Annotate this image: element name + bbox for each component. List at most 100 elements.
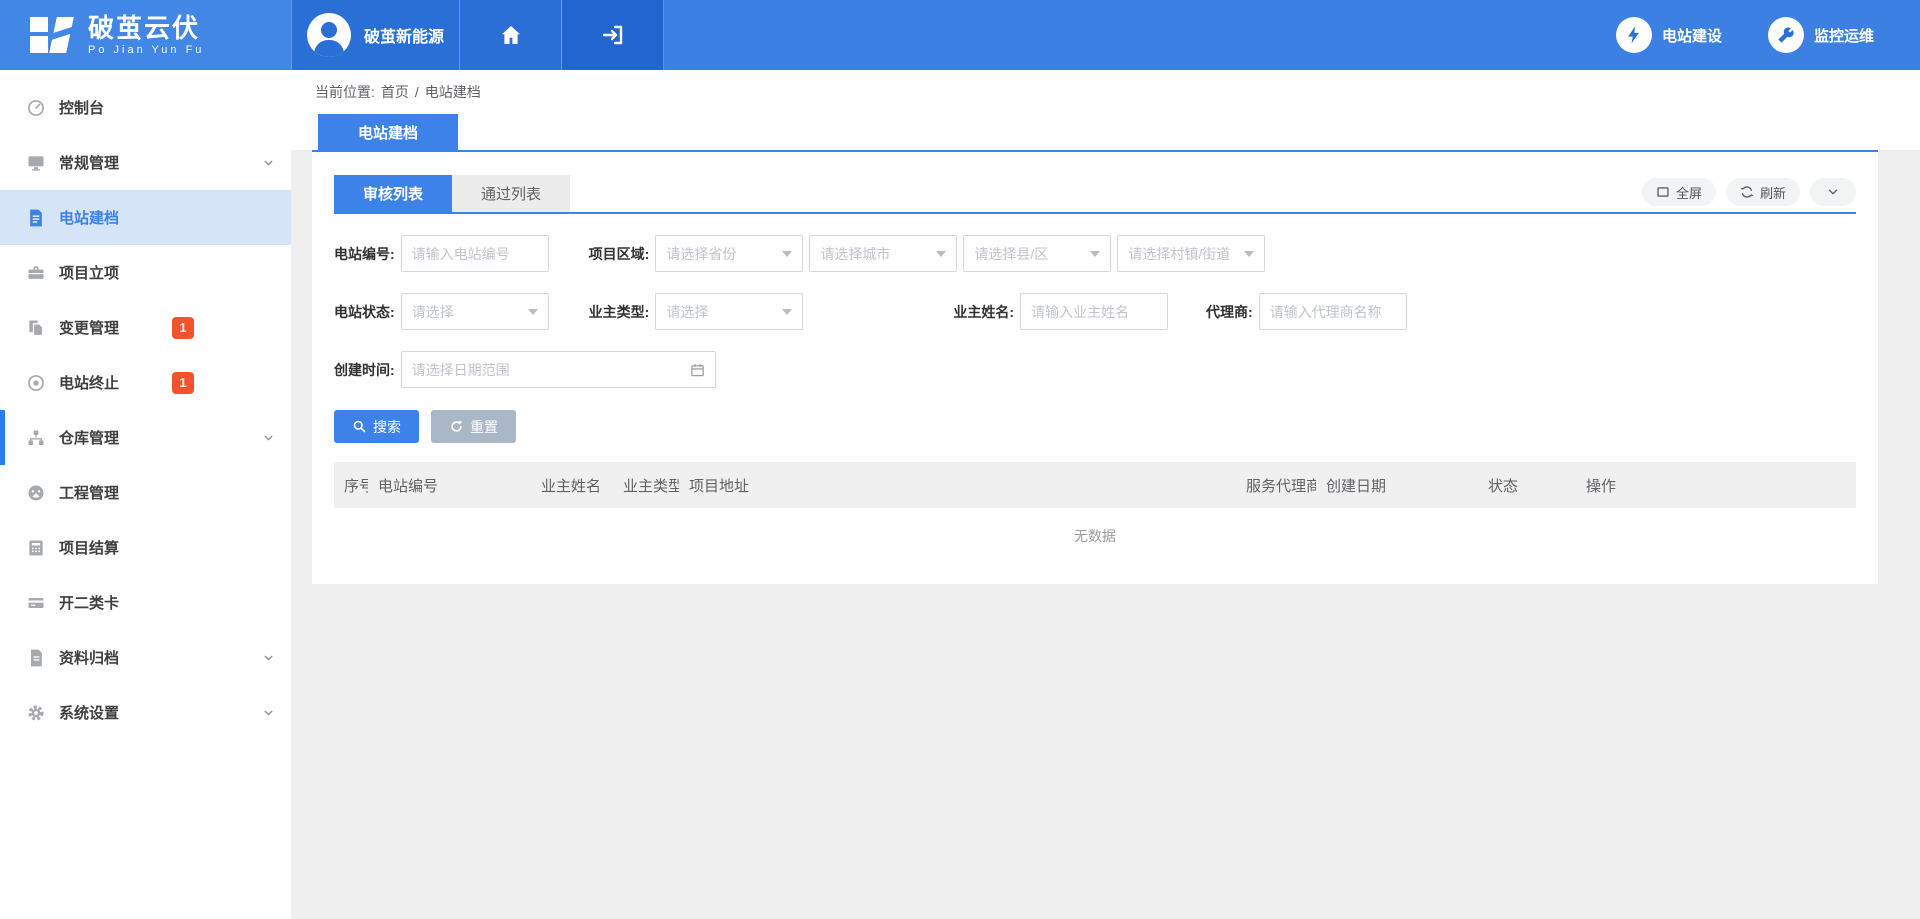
caret-down-icon bbox=[1244, 251, 1254, 257]
results-table: 序号 电站编号 业主姓名 业主类型 项目地址 服务代理商 创建日期 状态 操作 … bbox=[334, 462, 1856, 564]
dashboard-icon bbox=[26, 98, 46, 118]
breadcrumb-separator: / bbox=[415, 84, 419, 100]
notification-badge: 1 bbox=[172, 372, 194, 394]
table-empty-row: 无数据 bbox=[334, 508, 1856, 564]
reset-button[interactable]: 重置 bbox=[431, 410, 516, 443]
caret-down-icon bbox=[528, 309, 538, 315]
collapse-button[interactable] bbox=[1810, 178, 1856, 206]
agent-label: 代理商: bbox=[1206, 302, 1253, 322]
sidebar: 控制台 常规管理 电站建档 项目立项 bbox=[0, 70, 291, 919]
user-menu[interactable]: 破茧新能源 bbox=[291, 0, 460, 70]
chevron-down-icon bbox=[262, 156, 275, 169]
gauge-icon bbox=[26, 483, 46, 503]
sidebar-item-change-mgmt[interactable]: 变更管理 1 bbox=[0, 300, 291, 355]
credit-card-icon bbox=[26, 593, 46, 613]
app-logo: 破茧云伏 Po Jian Yun Fu bbox=[0, 0, 291, 70]
document-icon bbox=[26, 208, 46, 228]
home-icon bbox=[499, 23, 523, 47]
app-subtitle: Po Jian Yun Fu bbox=[88, 44, 204, 56]
sidebar-item-type2-card[interactable]: 开二类卡 bbox=[0, 575, 291, 630]
owner-name-label: 业主姓名: bbox=[953, 302, 1014, 322]
sidebar-item-project-initiation[interactable]: 项目立项 bbox=[0, 245, 291, 300]
app-title: 破茧云伏 bbox=[88, 14, 204, 43]
city-select[interactable]: 请选择城市 bbox=[809, 235, 957, 272]
col-service-agent: 服务代理商 bbox=[1236, 462, 1316, 508]
station-no-label: 电站编号: bbox=[334, 244, 395, 264]
fullscreen-icon bbox=[1656, 185, 1670, 199]
caret-down-icon bbox=[936, 251, 946, 257]
station-status-label: 电站状态: bbox=[334, 302, 395, 322]
home-button[interactable] bbox=[460, 0, 562, 70]
avatar bbox=[307, 13, 351, 57]
table-header-row: 序号 电站编号 业主姓名 业主类型 项目地址 服务代理商 创建日期 状态 操作 bbox=[334, 462, 1856, 508]
sidebar-item-engineering-mgmt[interactable]: 工程管理 bbox=[0, 465, 291, 520]
col-actions: 操作 bbox=[1576, 462, 1856, 508]
sidebar-item-general-mgmt[interactable]: 常规管理 bbox=[0, 135, 291, 190]
sitemap-icon bbox=[26, 428, 46, 448]
col-project-address: 项目地址 bbox=[679, 462, 1236, 508]
wrench-icon bbox=[1768, 17, 1804, 53]
search-icon bbox=[352, 419, 367, 434]
province-select[interactable]: 请选择省份 bbox=[655, 235, 803, 272]
refresh-icon bbox=[1740, 185, 1754, 199]
breadcrumb: 当前位置: 首页 / 电站建档 bbox=[291, 70, 1920, 114]
tab-review-list[interactable]: 审核列表 bbox=[334, 175, 452, 212]
sidebar-indicator bbox=[0, 410, 5, 465]
sidebar-item-data-archive[interactable]: 资料归档 bbox=[0, 630, 291, 685]
col-index: 序号 bbox=[334, 462, 368, 508]
calculator-icon bbox=[26, 538, 46, 558]
station-no-input[interactable] bbox=[401, 235, 549, 272]
chevron-down-icon bbox=[262, 431, 275, 444]
chevron-down-icon bbox=[1826, 185, 1840, 199]
region-label: 项目区域: bbox=[589, 244, 650, 264]
col-owner-name: 业主姓名 bbox=[531, 462, 613, 508]
sidebar-item-project-settlement[interactable]: 项目结算 bbox=[0, 520, 291, 575]
tab-station-archive[interactable]: 电站建档 bbox=[318, 114, 458, 150]
stop-record-icon bbox=[26, 373, 46, 393]
topbar: 破茧云伏 Po Jian Yun Fu 破茧新能源 电站建设 监控 bbox=[0, 0, 1920, 70]
logout-button[interactable] bbox=[562, 0, 664, 70]
sidebar-item-station-termination[interactable]: 电站终止 1 bbox=[0, 355, 291, 410]
sidebar-item-console[interactable]: 控制台 bbox=[0, 80, 291, 135]
reset-icon bbox=[449, 419, 464, 434]
agent-input[interactable] bbox=[1259, 293, 1407, 330]
col-station-no: 电站编号 bbox=[368, 462, 531, 508]
owner-type-label: 业主类型: bbox=[589, 302, 650, 322]
sidebar-item-station-archive[interactable]: 电站建档 bbox=[0, 190, 291, 245]
col-created-date: 创建日期 bbox=[1316, 462, 1478, 508]
station-status-select[interactable]: 请选择 bbox=[401, 293, 549, 330]
caret-down-icon bbox=[1090, 251, 1100, 257]
breadcrumb-home[interactable]: 首页 bbox=[381, 82, 409, 102]
notification-badge: 1 bbox=[172, 317, 194, 339]
sidebar-item-warehouse-mgmt[interactable]: 仓库管理 bbox=[0, 410, 291, 465]
file-icon bbox=[26, 648, 46, 668]
created-time-label: 创建时间: bbox=[334, 360, 395, 380]
county-select[interactable]: 请选择县/区 bbox=[963, 235, 1111, 272]
tab-passed-list[interactable]: 通过列表 bbox=[452, 175, 570, 212]
monitor-icon bbox=[26, 153, 46, 173]
nav-monitoring-ops[interactable]: 监控运维 bbox=[1768, 17, 1874, 53]
logout-icon bbox=[601, 23, 625, 47]
fullscreen-button[interactable]: 全屏 bbox=[1642, 178, 1716, 206]
refresh-button[interactable]: 刷新 bbox=[1726, 178, 1800, 206]
chevron-down-icon bbox=[262, 651, 275, 664]
nav-station-construction[interactable]: 电站建设 bbox=[1616, 17, 1722, 53]
date-range-input[interactable] bbox=[401, 351, 716, 388]
empty-state: 无数据 bbox=[334, 508, 1856, 564]
chevron-down-icon bbox=[262, 706, 275, 719]
breadcrumb-prefix: 当前位置: bbox=[315, 82, 375, 102]
town-select[interactable]: 请选择村镇/街道 bbox=[1117, 235, 1265, 272]
bolt-icon bbox=[1616, 17, 1652, 53]
owner-name-input[interactable] bbox=[1020, 293, 1168, 330]
caret-down-icon bbox=[782, 309, 792, 315]
search-button[interactable]: 搜索 bbox=[334, 410, 419, 443]
col-owner-type: 业主类型 bbox=[613, 462, 679, 508]
sidebar-item-system-settings[interactable]: 系统设置 bbox=[0, 685, 291, 740]
gear-icon bbox=[26, 703, 46, 723]
page-tab-strip: 电站建档 bbox=[291, 114, 1920, 150]
owner-type-select[interactable]: 请选择 bbox=[655, 293, 803, 330]
caret-down-icon bbox=[782, 251, 792, 257]
breadcrumb-current: 电站建档 bbox=[425, 82, 481, 102]
briefcase-icon bbox=[26, 263, 46, 283]
company-name: 破茧新能源 bbox=[364, 23, 444, 47]
